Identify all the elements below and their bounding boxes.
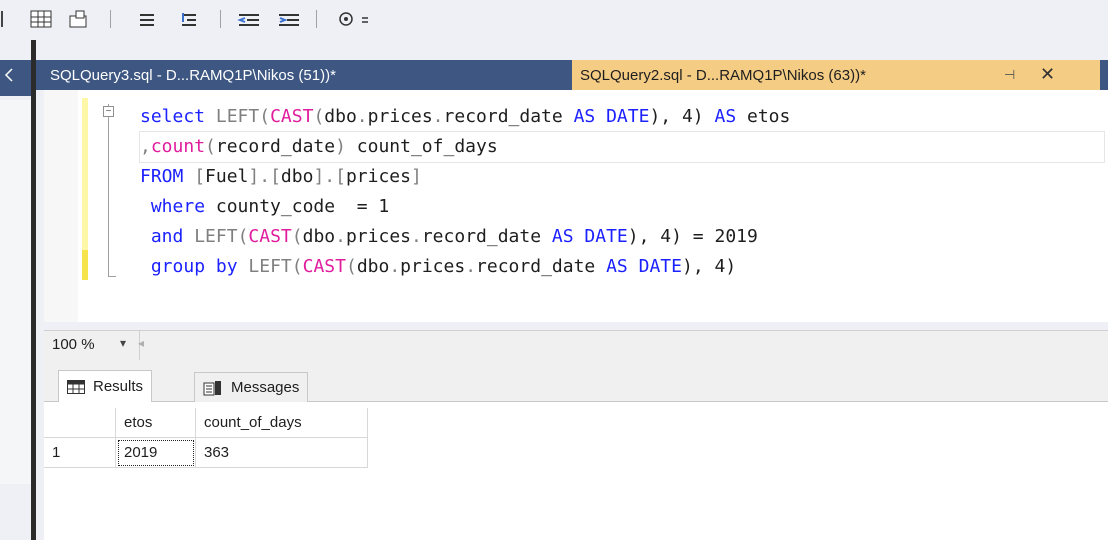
toolbar xyxy=(0,0,1108,40)
uncomment-lines-icon[interactable] xyxy=(176,8,202,30)
column-header[interactable]: count_of_days xyxy=(196,408,368,438)
results-tab-bar: Results Messages xyxy=(44,360,1108,402)
tab-label: SQLQuery2.sql - D...RAMQ1P\Nikos (63))* xyxy=(580,66,866,84)
specify-values-icon[interactable] xyxy=(334,8,374,30)
results-to-file-icon[interactable] xyxy=(64,8,94,30)
grid-icon xyxy=(67,379,85,394)
pin-icon[interactable]: ⊣ xyxy=(1004,67,1015,83)
results-to-grid-icon[interactable] xyxy=(26,8,56,30)
query-editor[interactable]: − select LEFT(CAST(dbo.prices.record_dat… xyxy=(44,90,1108,322)
tab-sqlquery3[interactable]: SQLQuery3.sql - D...RAMQ1P\Nikos (51))* xyxy=(50,60,336,90)
code-line[interactable]: and LEFT(CAST(dbo.prices.record_date AS … xyxy=(140,222,1104,252)
toolbar-separator xyxy=(110,10,111,28)
editor-status-bar: 100 % ▾ ◂ xyxy=(44,330,1108,360)
increase-indent-icon[interactable] xyxy=(274,8,304,30)
tab-messages-label: Messages xyxy=(231,379,300,396)
grid-header-row: etos count_of_days xyxy=(44,408,368,438)
editor-gutter xyxy=(44,90,78,322)
code-text[interactable]: select LEFT(CAST(dbo.prices.record_date … xyxy=(139,102,1105,282)
change-tracking-bar-saved xyxy=(82,250,88,280)
decrease-indent-icon[interactable] xyxy=(234,8,264,30)
row-number[interactable]: 1 xyxy=(44,438,116,468)
row-header-corner[interactable] xyxy=(44,408,116,438)
side-pane xyxy=(0,100,32,484)
column-header[interactable]: etos xyxy=(116,408,196,438)
chevron-down-icon[interactable]: ▾ xyxy=(120,336,126,350)
outline-line xyxy=(108,104,109,276)
grid-cell[interactable]: 363 xyxy=(196,438,368,468)
tab-results[interactable]: Results xyxy=(58,370,153,402)
collapse-icon[interactable]: − xyxy=(103,106,114,117)
toolbar-separator xyxy=(220,10,221,28)
toolbar-grip xyxy=(0,8,8,30)
tab-label: SQLQuery3.sql - D...RAMQ1P\Nikos (51))* xyxy=(50,66,336,84)
code-line[interactable]: select LEFT(CAST(dbo.prices.record_date … xyxy=(140,102,1104,132)
code-line[interactable]: group by LEFT(CAST(dbo.prices.record_dat… xyxy=(140,252,1104,282)
close-icon[interactable]: ✕ xyxy=(1040,64,1055,85)
results-pane: Results Messages etos count_of_days 1 20… xyxy=(44,360,1108,540)
tab-results-label: Results xyxy=(93,378,144,395)
left-panel-strip xyxy=(0,40,36,540)
document-tab-bar: SQLQuery3.sql - D...RAMQ1P\Nikos (51))* … xyxy=(36,60,1108,90)
code-line[interactable]: FROM [Fuel].[dbo].[prices] xyxy=(140,162,1104,192)
scroll-left-icon[interactable]: ◂ xyxy=(138,336,144,350)
zoom-control[interactable]: 100 % ▾ xyxy=(44,331,140,360)
tab-messages[interactable]: Messages xyxy=(194,372,309,402)
code-line[interactable]: ,count(record_date) count_of_days xyxy=(139,131,1105,163)
outline-line-end xyxy=(108,276,116,277)
comment-lines-icon[interactable] xyxy=(134,8,160,30)
zoom-level: 100 % xyxy=(52,336,95,353)
toolbar-separator xyxy=(316,10,317,28)
code-line[interactable]: where county_code = 1 xyxy=(140,192,1104,222)
messages-icon xyxy=(203,380,223,396)
tab-sqlquery2[interactable]: SQLQuery2.sql - D...RAMQ1P\Nikos (63))* … xyxy=(572,60,1100,90)
results-left-edge xyxy=(36,360,44,540)
grid-cell[interactable]: 2019 xyxy=(116,438,196,468)
table-row[interactable]: 1 2019 363 xyxy=(44,438,368,468)
